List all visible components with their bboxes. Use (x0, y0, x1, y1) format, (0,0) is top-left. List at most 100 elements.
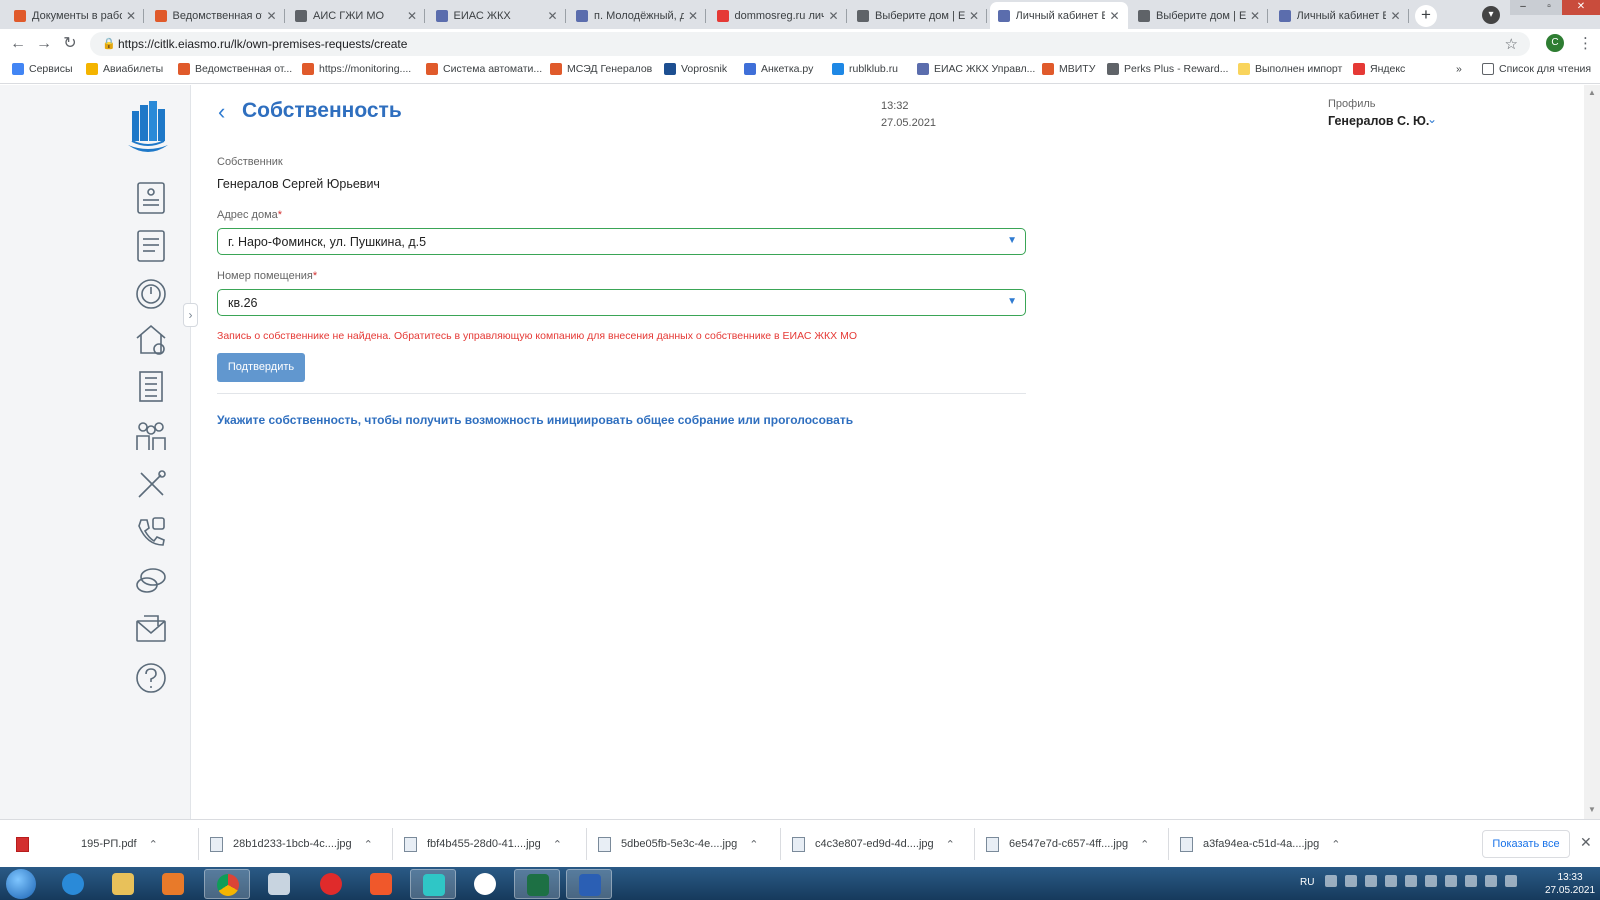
sidebar-expand-button[interactable]: › (183, 303, 198, 327)
tray-icon[interactable] (1365, 875, 1377, 887)
download-item[interactable]: c4c3e807-ed9d-4d....jpg ⌃ (792, 832, 955, 856)
reading-list-button[interactable]: Список для чтения (1482, 63, 1591, 75)
confirm-button[interactable]: Подтвердить (217, 353, 305, 382)
browser-menu-icon[interactable]: ⋮ (1578, 34, 1593, 52)
meter-icon[interactable] (133, 276, 169, 312)
tools-icon[interactable] (133, 467, 169, 503)
house-info-icon[interactable] (133, 321, 169, 357)
bitrix-app[interactable] (410, 869, 456, 899)
chevron-up-icon[interactable]: ⌃ (364, 838, 373, 851)
bookmark-item[interactable]: ЕИАС ЖКХ Управл... (917, 63, 1035, 75)
address-select[interactable]: г. Наро-Фоминск, ул. Пушкина, д.5 ▼ (217, 228, 1026, 255)
window-close-button[interactable]: ✕ (1562, 0, 1600, 15)
chevron-up-icon[interactable]: ⌃ (1331, 838, 1340, 851)
bookmark-item[interactable]: МВИТУ (1042, 63, 1095, 75)
list-icon[interactable] (133, 228, 169, 264)
document-icon[interactable] (133, 180, 169, 216)
browser-tab[interactable]: Личный кабинет Е ✕ (989, 2, 1128, 29)
bookmark-item[interactable]: https://monitoring.... (302, 63, 411, 75)
word-app[interactable] (566, 869, 612, 899)
download-item[interactable]: fbf4b455-28d0-41....jpg ⌃ (404, 832, 562, 856)
browser-tab[interactable]: Ведомственная отч ✕ (147, 2, 285, 29)
tray-icon[interactable] (1445, 875, 1457, 887)
browser-tab[interactable]: п. Молодёжный, д ✕ (568, 2, 706, 29)
browser-tab[interactable]: АИС ГЖИ МО ✕ (287, 2, 425, 29)
chevron-up-icon[interactable]: ⌃ (749, 838, 758, 851)
tray-icon[interactable] (1385, 875, 1397, 887)
download-item[interactable]: 195-РП.pdf ⌃ (16, 832, 158, 856)
bookmark-item[interactable]: Сервисы (12, 63, 73, 75)
tray-icon[interactable] (1425, 875, 1437, 887)
chevron-up-icon[interactable]: ⌃ (149, 838, 158, 851)
media-app[interactable] (150, 869, 196, 899)
browser-tab[interactable]: dommosreg.ru лич ✕ (709, 2, 847, 29)
show-all-downloads-button[interactable]: Показать все (1482, 830, 1570, 858)
page-scrollbar[interactable]: ▲ ▼ (1584, 85, 1600, 819)
bookmark-item[interactable]: rublklub.ru (832, 63, 898, 75)
explorer-app[interactable] (100, 869, 146, 899)
back-chevron-icon[interactable]: ‹ (218, 101, 225, 123)
browser-tab[interactable]: Выберите дом | ЕИ ✕ (849, 2, 987, 29)
bookmark-item[interactable]: Ведомственная от... (178, 63, 292, 75)
browser-tab[interactable]: ЕИАС ЖКХ ✕ (428, 2, 566, 29)
files-app[interactable] (256, 869, 302, 899)
tray-icon[interactable] (1345, 875, 1357, 887)
bookmarks-overflow-button[interactable]: » (1456, 63, 1462, 75)
start-button[interactable] (6, 869, 36, 899)
bookmark-item[interactable]: Perks Plus - Reward... (1107, 63, 1228, 75)
reload-icon[interactable]: ↻ (60, 34, 80, 54)
browser-tab[interactable]: Личный кабинет Е ✕ (1271, 2, 1409, 29)
close-icon[interactable]: ✕ (1109, 9, 1119, 23)
tray-icon[interactable] (1325, 875, 1337, 887)
download-item[interactable]: 28b1d233-1bcb-4c....jpg ⌃ (210, 832, 373, 856)
chevron-down-icon[interactable]: ⌄ (1427, 112, 1437, 126)
tray-icon[interactable] (1465, 875, 1477, 887)
new-tab-button[interactable]: + (1415, 5, 1437, 27)
phone-help-icon[interactable] (133, 514, 169, 550)
close-icon[interactable]: ✕ (126, 9, 136, 23)
chevron-up-icon[interactable]: ⌃ (553, 838, 562, 851)
bookmark-item[interactable]: Voprosnik (664, 63, 727, 75)
account-avatar[interactable]: С (1546, 34, 1564, 52)
bookmark-item[interactable]: Система автомати... (426, 63, 542, 75)
close-icon[interactable]: ✕ (828, 9, 838, 23)
scroll-down-icon[interactable]: ▼ (1588, 805, 1596, 814)
yandex-app[interactable] (462, 869, 508, 899)
brave-app[interactable] (358, 869, 404, 899)
address-bar[interactable]: 🔒 https://citlk.eiasmo.ru/lk/own-premise… (90, 32, 1530, 56)
back-icon[interactable]: ← (8, 34, 28, 54)
language-indicator[interactable]: RU (1300, 877, 1314, 888)
bookmark-item[interactable]: Яндекс (1353, 63, 1405, 75)
browser-tab[interactable]: Выберите дом | ЕИ ✕ (1130, 2, 1268, 29)
close-icon[interactable]: ✕ (688, 9, 698, 23)
room-select[interactable]: кв.26 ▼ (217, 289, 1026, 316)
close-icon[interactable]: ✕ (547, 9, 557, 23)
volume-icon[interactable] (1505, 875, 1517, 887)
bookmark-item[interactable]: Выполнен импорт (1238, 63, 1342, 75)
tray-icon[interactable] (1485, 875, 1497, 887)
ie-app[interactable] (50, 869, 96, 899)
close-icon[interactable]: ✕ (969, 9, 979, 23)
chrome-app[interactable] (204, 869, 250, 899)
profile-name[interactable]: Генералов С. Ю. (1328, 114, 1429, 128)
close-icon[interactable]: ✕ (1390, 9, 1400, 23)
chevron-up-icon[interactable]: ⌃ (946, 838, 955, 851)
people-icon[interactable] (133, 418, 169, 454)
scroll-up-icon[interactable]: ▲ (1588, 88, 1596, 97)
download-item[interactable]: a3fa94ea-c51d-4a....jpg ⌃ (1180, 832, 1340, 856)
chevron-up-icon[interactable]: ⌃ (1140, 838, 1149, 851)
help-icon[interactable] (133, 660, 169, 696)
tray-icon[interactable] (1405, 875, 1417, 887)
window-minimize-button[interactable]: – (1510, 0, 1536, 15)
download-item[interactable]: 6e547e7d-c657-4ff....jpg ⌃ (986, 832, 1149, 856)
mail-icon[interactable] (133, 612, 169, 648)
chat-icon[interactable] (133, 563, 169, 599)
opera-app[interactable] (308, 869, 354, 899)
bookmark-item[interactable]: Анкетка.ру (744, 63, 813, 75)
browser-tab[interactable]: Документы в рабо ✕ (6, 2, 144, 29)
close-icon[interactable]: ✕ (1580, 834, 1592, 851)
building-icon[interactable] (133, 368, 169, 404)
window-maximize-button[interactable]: ▫ (1536, 0, 1562, 15)
excel-app[interactable] (514, 869, 560, 899)
forward-icon[interactable]: → (34, 34, 54, 54)
